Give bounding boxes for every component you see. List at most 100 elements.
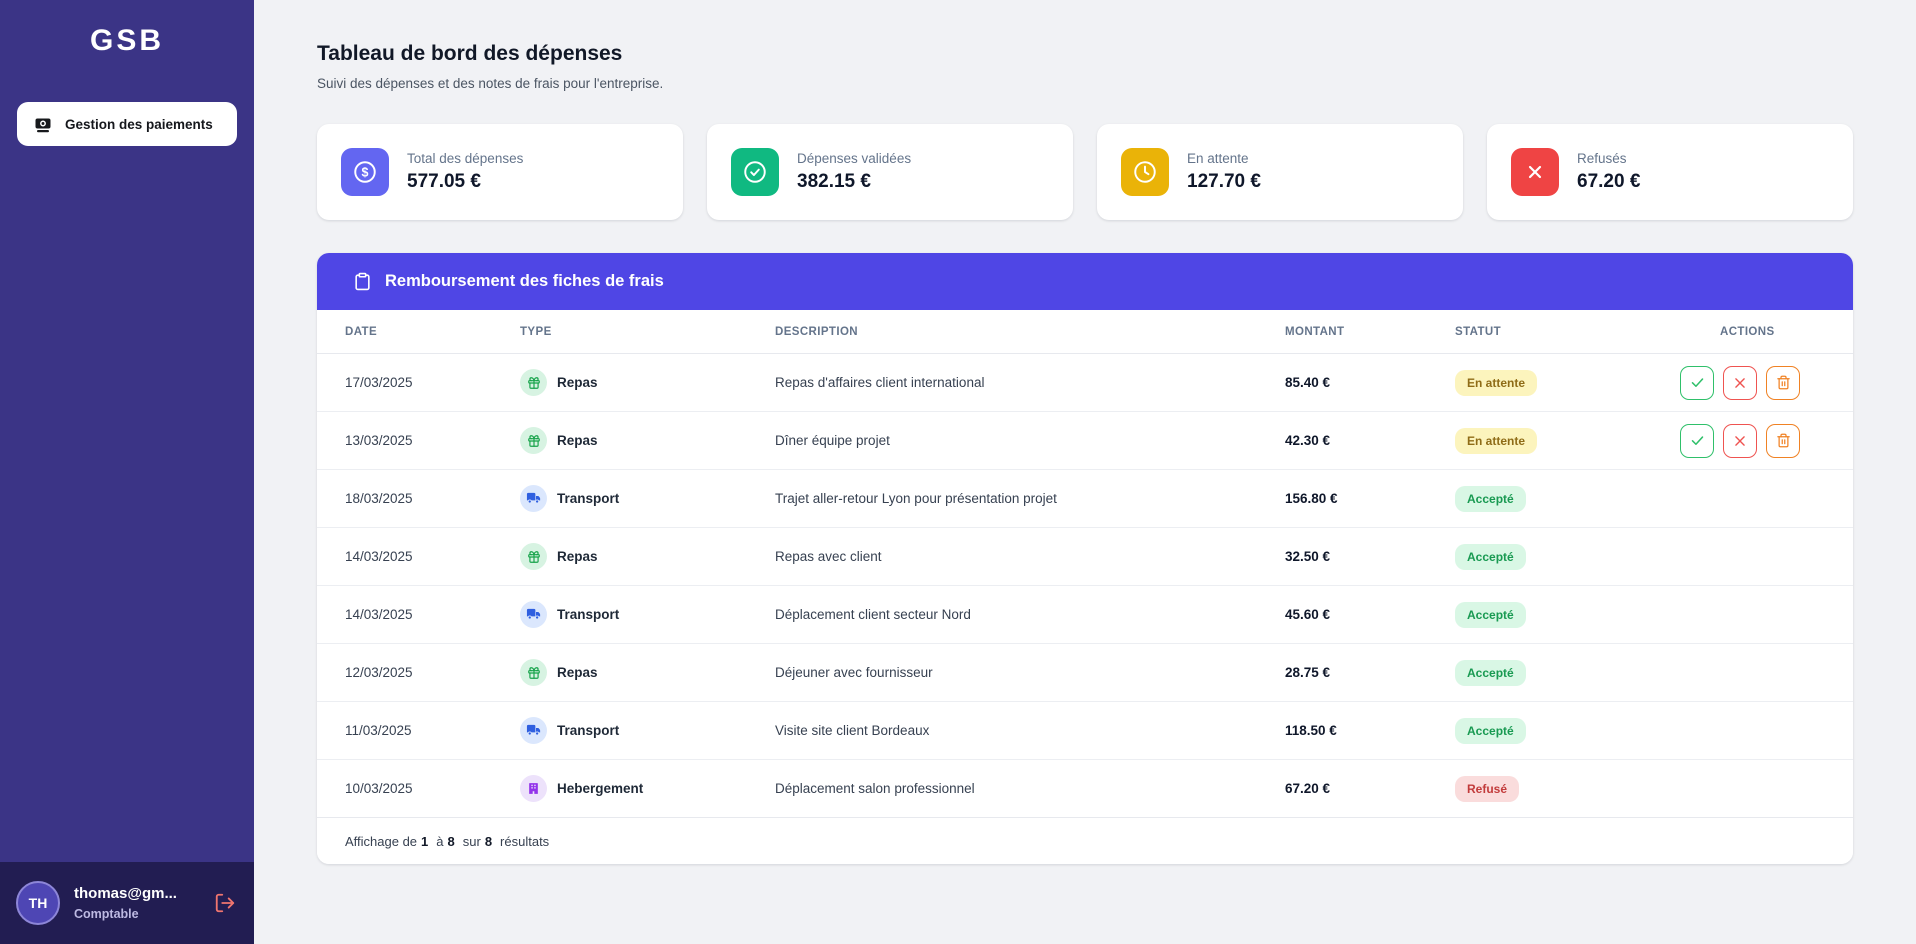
svg-text:$: $: [362, 166, 369, 180]
type-icon: [520, 427, 547, 454]
row-type-label: Transport: [557, 607, 620, 622]
row-type-label: Repas: [557, 433, 598, 448]
row-montant: 42.30 €: [1285, 433, 1331, 448]
expenses-table: Remboursement des fiches de frais DATE T…: [317, 253, 1853, 864]
truck-icon: [526, 724, 541, 736]
column-header-actions: ACTIONS: [1720, 325, 1775, 338]
stat-label: En attente: [1187, 151, 1249, 166]
row-statut: En attente: [1455, 427, 1680, 454]
type-icon: [520, 775, 547, 802]
row-date: 13/03/2025: [345, 433, 413, 448]
truck-icon: [526, 492, 541, 504]
row-type: Repas: [520, 543, 775, 570]
logout-button[interactable]: [212, 890, 238, 916]
reject-button[interactable]: [1723, 423, 1757, 458]
stat-card-refused: Refusés 67.20 €: [1487, 124, 1853, 220]
stat-card-pending: En attente 127.70 €: [1097, 124, 1463, 220]
app-logo: GSB: [89, 24, 164, 57]
row-date: 14/03/2025: [345, 607, 413, 622]
row-date: 14/03/2025: [345, 549, 413, 564]
x-icon: [1511, 148, 1559, 196]
table-banner: Remboursement des fiches de frais: [317, 253, 1853, 310]
footer-total: 8: [484, 833, 493, 849]
truck-icon: [526, 608, 541, 620]
row-type-label: Hebergement: [557, 781, 644, 796]
logout-icon: [214, 892, 236, 914]
row-statut: Accepté: [1455, 717, 1680, 744]
table-row: 14/03/2025: [317, 586, 1853, 644]
row-date: 18/03/2025: [345, 491, 413, 506]
row-type: Transport: [520, 717, 775, 744]
footer-text: sur: [462, 833, 481, 849]
status-badge: Accepté: [1455, 485, 1526, 512]
row-type: Repas: [520, 427, 775, 454]
trash-icon[interactable]: [1766, 365, 1800, 400]
row-montant: 28.75 €: [1285, 665, 1331, 680]
sidebar-item-label: Gestion des paiements: [65, 116, 213, 132]
type-icon: [520, 659, 547, 686]
sidebar-item-gestion-paiements[interactable]: Gestion des paiements: [17, 102, 237, 146]
row-date: 12/03/2025: [345, 665, 413, 680]
user-role: Comptable: [74, 907, 139, 921]
row-montant: 67.20 €: [1285, 781, 1331, 796]
row-montant: 32.50 €: [1285, 549, 1331, 564]
row-description: Visite site client Bordeaux: [775, 723, 930, 738]
user-email: thomas@gm...: [74, 885, 177, 902]
check-circle-icon: [731, 148, 779, 196]
row-montant: 85.40 €: [1285, 375, 1331, 390]
user-section: TH thomas@gm... Comptable: [0, 862, 254, 944]
row-type-label: Repas: [557, 375, 598, 390]
column-header-statut: STATUT: [1455, 325, 1502, 338]
table-footer: Affichage de 1 à 8 sur 8 résultats: [317, 818, 1853, 864]
stat-text: Total des dépenses 577.05 €: [407, 151, 523, 193]
stat-text: En attente 127.70 €: [1187, 151, 1261, 193]
row-statut: Accepté: [1455, 659, 1680, 686]
row-date: 17/03/2025: [345, 375, 413, 390]
dollar-circle-icon: $: [341, 148, 389, 196]
gift-icon: [527, 376, 540, 389]
table-row: 10/03/2025 Hebergement Déplacement salon…: [317, 760, 1853, 818]
clipboard-icon: [353, 272, 372, 291]
table-row: 18/03/2025 Transport Trajet aller-retour…: [317, 470, 1853, 528]
row-statut: En attente: [1455, 369, 1680, 396]
approve-button[interactable]: [1680, 423, 1714, 458]
page-title: Tableau de bord des dépenses: [317, 42, 623, 65]
row-description: Déplacement client secteur Nord: [775, 607, 971, 622]
row-date: 10/03/2025: [345, 781, 413, 796]
status-badge: En attente: [1455, 427, 1538, 454]
stat-value: 577.05 €: [407, 171, 481, 192]
status-badge: Accepté: [1455, 659, 1526, 686]
table-title: Remboursement des fiches de frais: [385, 272, 664, 290]
type-icon: [520, 543, 547, 570]
gift-icon: [527, 550, 540, 563]
table-row: 17/03/2025 Repas Repas d'affaires client…: [317, 354, 1853, 412]
row-type: Repas: [520, 659, 775, 686]
row-type: Transport: [520, 601, 775, 628]
row-description: Repas avec client: [775, 549, 882, 564]
row-type-label: Transport: [557, 723, 620, 738]
footer-text: Affichage de: [345, 833, 418, 849]
row-type-label: Repas: [557, 665, 598, 680]
stat-label: Dépenses validées: [797, 151, 912, 166]
column-header-type: TYPE: [520, 325, 552, 338]
footer-text: résultats: [500, 833, 550, 849]
footer-text: à: [436, 833, 444, 849]
building-icon: [529, 783, 538, 794]
column-header-description: DESCRIPTION: [775, 325, 858, 338]
table-row: 14/03/2025: [317, 528, 1853, 586]
status-badge: Accepté: [1455, 601, 1526, 628]
table-row: 12/03/2025 Repas Déjeuner avec fournisse…: [317, 644, 1853, 702]
row-montant: 156.80 €: [1285, 491, 1338, 506]
user-meta: thomas@gm... Comptable: [74, 885, 198, 921]
stat-card-validated: Dépenses validées 382.15 €: [707, 124, 1073, 220]
clock-icon: [1121, 148, 1169, 196]
row-type-label: Transport: [557, 491, 620, 506]
row-statut: Accepté: [1455, 485, 1680, 512]
row-description: Repas d'affaires client international: [775, 375, 985, 390]
row-statut: Accepté: [1455, 601, 1680, 628]
trash-icon[interactable]: [1766, 423, 1800, 458]
stat-label: Total des dépenses: [407, 151, 524, 166]
reject-button[interactable]: [1723, 365, 1757, 400]
approve-button[interactable]: [1680, 365, 1714, 400]
row-type: Transport: [520, 485, 775, 512]
